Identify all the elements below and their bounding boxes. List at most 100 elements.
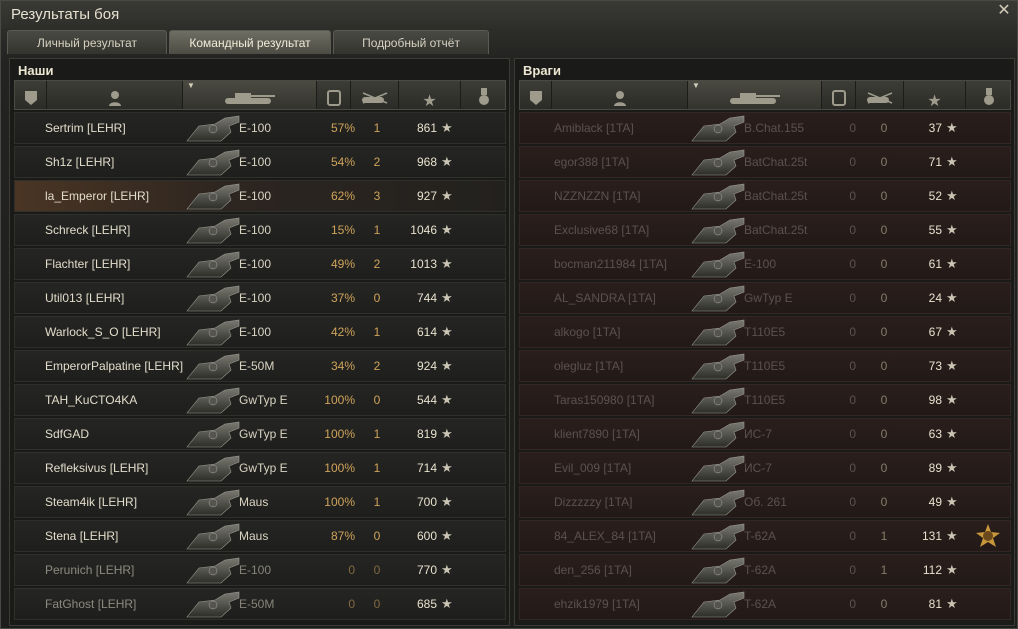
- medal-icon: [976, 524, 1000, 548]
- tank-icon: [223, 87, 277, 115]
- xp-star-icon: ★: [946, 460, 958, 475]
- player-row[interactable]: Evil_009 [1TA] ИС-7 0 0 89 ★: [519, 452, 1011, 484]
- player-row[interactable]: Flachter [LEHR] E-100 49% 2 1013 ★: [14, 248, 506, 280]
- player-name: FatGhost [LEHR]: [45, 597, 137, 611]
- player-row[interactable]: alkogo [1TA] T110E5 0 0 67 ★: [519, 316, 1011, 348]
- tank-icon: [185, 318, 241, 346]
- player-row[interactable]: Sh1z [LEHR] E-100 54% 2 968 ★: [14, 146, 506, 178]
- player-name: egor388 [1TA]: [554, 155, 630, 169]
- damage-value: 100%: [324, 393, 355, 407]
- frags-count: 0: [880, 393, 888, 407]
- player-row[interactable]: EmperorPalpatine [LEHR] E-50M 34% 2 924 ★: [14, 350, 506, 382]
- player-name: Flachter [LEHR]: [45, 257, 131, 271]
- tab-team-result[interactable]: Командный результат: [169, 30, 331, 54]
- player-row[interactable]: Sertrim [LEHR] E-100 57% 1 861 ★: [14, 112, 506, 144]
- tank-icon: [185, 488, 241, 516]
- player-name: NZZNZZN [1TA]: [554, 189, 641, 203]
- column-header: ▼ ★: [519, 80, 1012, 110]
- player-row[interactable]: Warlock_S_O [LEHR] E-100 42% 1 614 ★: [14, 316, 506, 348]
- damage-value: 62%: [330, 189, 355, 203]
- vehicle-name: T110E5: [744, 393, 786, 407]
- player-row[interactable]: Refleksivus [LEHR] GwTyp E 100% 1 714 ★: [14, 452, 506, 484]
- player-row[interactable]: la_Emperor [LEHR] E-100 62% 3 927 ★: [14, 180, 506, 212]
- player-row[interactable]: Exclusive68 [1TA] BatChat.25t 0 0 55 ★: [519, 214, 1011, 246]
- tank-icon: [185, 182, 241, 210]
- player-row[interactable]: AL_SANDRA [1TA] GwTyp E 0 0 24 ★: [519, 282, 1011, 314]
- tab-detailed-report[interactable]: Подробный отчёт: [333, 30, 489, 54]
- player-row[interactable]: TAH_KuCTO4KA GwTyp E 100% 0 544 ★: [14, 384, 506, 416]
- sort-tank-button[interactable]: ▼: [688, 81, 822, 109]
- player-row[interactable]: Perunich [LEHR] E-100 0 0 770 ★: [14, 554, 506, 586]
- player-row[interactable]: bocman211984 [1TA] E-100 0 0 61 ★: [519, 248, 1011, 280]
- xp-star-icon: ★: [946, 290, 958, 305]
- frags-count: 2: [373, 155, 381, 169]
- xp-star-icon: ★: [946, 222, 958, 237]
- player-name: la_Emperor [LEHR]: [45, 189, 150, 203]
- xp-value: 55: [928, 223, 942, 237]
- vehicle-name: E-100: [239, 563, 272, 577]
- player-name: olegluz [1TA]: [554, 359, 624, 373]
- player-row[interactable]: Schreck [LEHR] E-100 15% 1 1046 ★: [14, 214, 506, 246]
- frags-count: 3: [373, 189, 381, 203]
- player-row[interactable]: Stena [LEHR] Maus 87% 0 600 ★: [14, 520, 506, 552]
- frags-count: 1: [880, 529, 888, 543]
- sort-xp-star-button[interactable]: ★: [399, 81, 461, 110]
- damage-icon: [326, 87, 341, 115]
- damage-value: 0: [849, 563, 856, 577]
- player-row[interactable]: Taras150980 [1TA] T110E5 0 0 98 ★: [519, 384, 1011, 416]
- damage-value: 0: [849, 427, 856, 441]
- vehicle-name: E-100: [239, 223, 272, 237]
- xp-star-icon: ★: [946, 188, 958, 203]
- player-row[interactable]: Dizzzzzy [1TA] Об. 261 0 0 49 ★: [519, 486, 1011, 518]
- vehicle-name: E-50M: [239, 597, 275, 611]
- xp-star-icon: ★: [441, 494, 453, 509]
- xp-value: 112: [922, 563, 942, 577]
- player-row[interactable]: NZZNZZN [1TA] BatChat.25t 0 0 52 ★: [519, 180, 1011, 212]
- player-row[interactable]: Amiblack [1TA] B.Chat.155 0 0 37 ★: [519, 112, 1011, 144]
- close-icon[interactable]: ✕: [995, 2, 1013, 20]
- player-name: 84_ALEX_84 [1TA]: [554, 529, 656, 543]
- tank-icon: [690, 522, 746, 550]
- tab-personal-result[interactable]: Личный результат: [7, 30, 167, 54]
- sort-squad-button[interactable]: [15, 81, 47, 109]
- damage-value: 0: [348, 597, 355, 611]
- player-row[interactable]: Steam4ik [LEHR] Maus 100% 1 700 ★: [14, 486, 506, 518]
- player-row[interactable]: FatGhost [LEHR] E-50M 0 0 685 ★: [14, 588, 506, 620]
- frags-count: 0: [373, 563, 381, 577]
- sort-medal-button[interactable]: [461, 81, 507, 109]
- battle-results-window: Результаты боя ✕ Личный результат Команд…: [0, 0, 1018, 629]
- sort-player-button[interactable]: [552, 81, 688, 109]
- player-row[interactable]: olegluz [1TA] T110E5 0 0 73 ★: [519, 350, 1011, 382]
- sort-frags-button[interactable]: [351, 81, 399, 109]
- player-name: den_256 [1TA]: [554, 563, 632, 577]
- player-name: EmperorPalpatine [LEHR]: [45, 359, 184, 373]
- tank-icon: [185, 216, 241, 244]
- player-row[interactable]: ehzik1979 [1TA] T-62A 0 0 81 ★: [519, 588, 1011, 620]
- sort-xp-star-button[interactable]: ★: [904, 81, 966, 110]
- player-row[interactable]: den_256 [1TA] T-62A 0 1 112 ★: [519, 554, 1011, 586]
- sort-squad-button[interactable]: [520, 81, 552, 109]
- title-bar: Результаты боя ✕: [1, 1, 1017, 29]
- player-row[interactable]: egor388 [1TA] BatChat.25t 0 0 71 ★: [519, 146, 1011, 178]
- vehicle-name: E-100: [239, 291, 272, 305]
- vehicle-name: T-62A: [744, 529, 777, 543]
- sort-player-button[interactable]: [47, 81, 183, 109]
- sort-damage-button[interactable]: [317, 81, 351, 109]
- player-row[interactable]: klient7890 [1TA] ИС-7 0 0 63 ★: [519, 418, 1011, 450]
- player-row[interactable]: Util013 [LEHR] E-100 37% 0 744 ★: [14, 282, 506, 314]
- vehicle-name: E-100: [239, 155, 272, 169]
- sort-frags-button[interactable]: [856, 81, 904, 109]
- tank-icon: [690, 386, 746, 414]
- damage-value: 0: [849, 121, 856, 135]
- tank-icon: [690, 556, 746, 584]
- damage-value: 0: [849, 223, 856, 237]
- player-row[interactable]: 84_ALEX_84 [1TA] T-62A 0 1 131 ★: [519, 520, 1011, 552]
- sort-tank-button[interactable]: ▼: [183, 81, 317, 109]
- tank-icon: [185, 590, 241, 618]
- sort-medal-button[interactable]: [966, 81, 1012, 109]
- player-row[interactable]: SdfGAD GwTyp E 100% 1 819 ★: [14, 418, 506, 450]
- xp-star-icon: ★: [441, 562, 453, 577]
- sort-damage-button[interactable]: [822, 81, 856, 109]
- damage-value: 54%: [330, 155, 355, 169]
- vehicle-name: GwTyp E: [239, 427, 288, 441]
